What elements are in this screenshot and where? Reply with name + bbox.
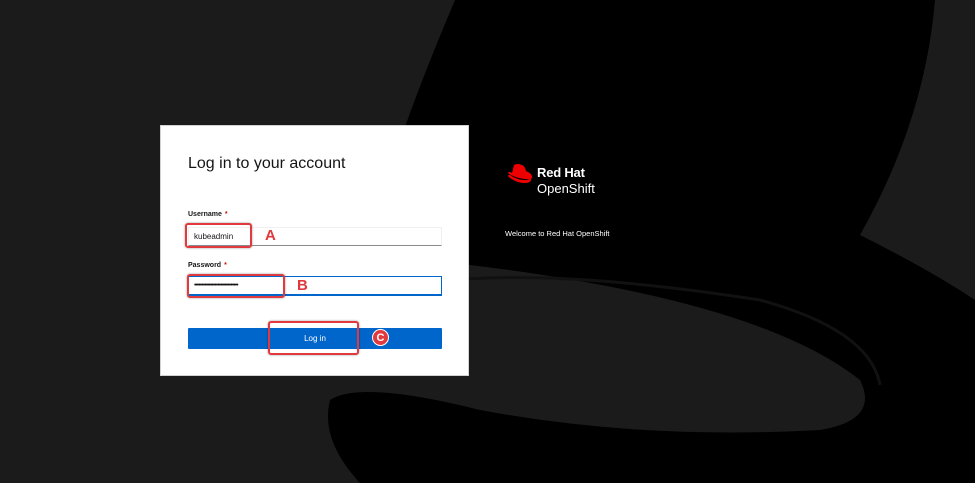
password-required-marker: * xyxy=(224,262,227,269)
username-label: Username * xyxy=(188,211,228,218)
brand-product: OpenShift xyxy=(537,181,595,196)
background-hat-graphic xyxy=(328,0,975,483)
red-hat-logo-icon xyxy=(508,164,533,183)
annotation-label-b: B xyxy=(297,277,308,294)
annotation-label-a: A xyxy=(265,227,276,244)
annotation-label-c: C xyxy=(372,329,389,346)
welcome-text: Welcome to Red Hat OpenShift xyxy=(505,229,610,238)
login-title: Log in to your account xyxy=(188,155,346,172)
username-required-marker: * xyxy=(224,211,228,218)
username-label-text: Username xyxy=(188,211,222,218)
annotation-highlight-username xyxy=(185,223,252,248)
brand-name: Red Hat xyxy=(537,165,585,180)
login-card: Log in to your account Username* Passwor… xyxy=(160,125,469,376)
annotation-highlight-login xyxy=(268,321,359,355)
password-label-text: Password xyxy=(188,262,222,269)
password-label: Password * xyxy=(188,262,227,269)
annotation-highlight-password xyxy=(187,274,285,298)
